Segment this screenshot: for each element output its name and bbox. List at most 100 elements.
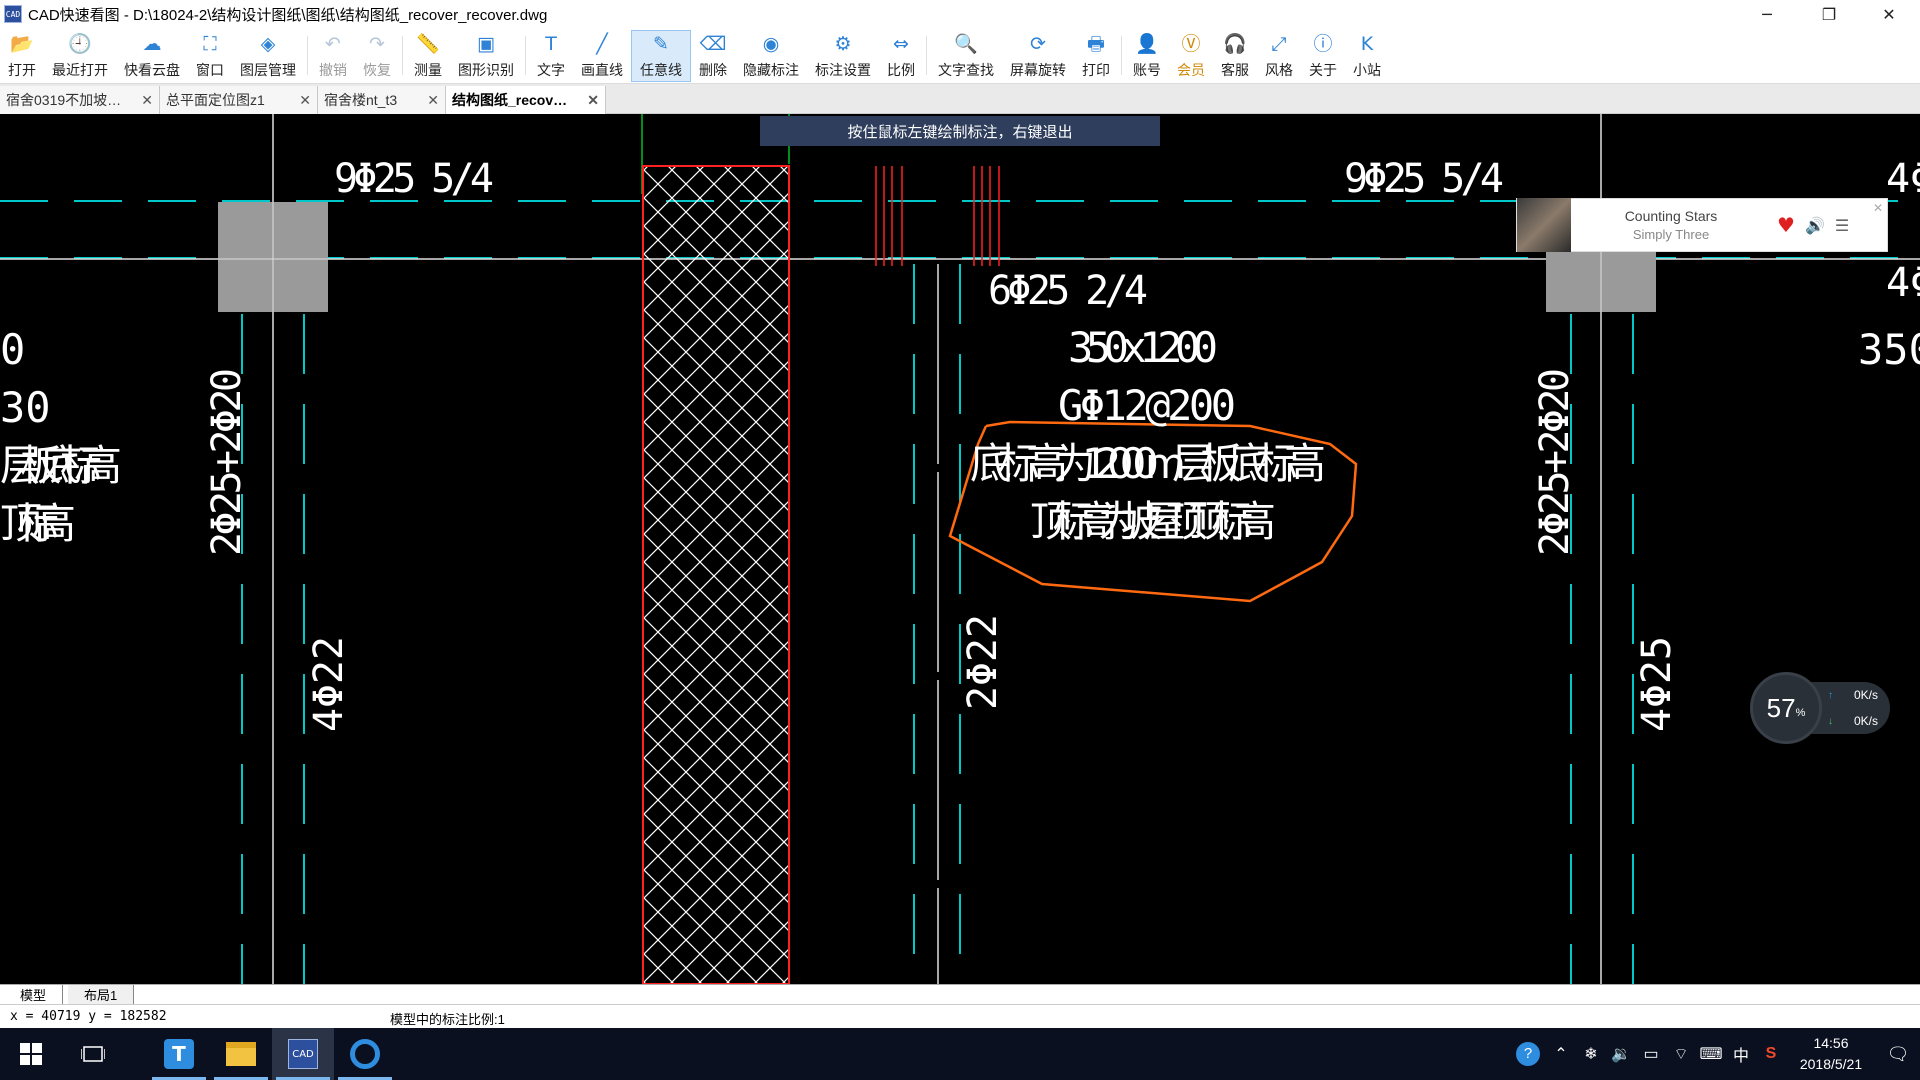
toolbar-ratio-button[interactable]: ⇔ 比例: [879, 30, 923, 82]
taskbar-app-browser[interactable]: [334, 1028, 396, 1080]
clock[interactable]: 14:56 2018/5/21: [1786, 1033, 1876, 1075]
tab-close-icon[interactable]: ✕: [423, 92, 439, 109]
start-button[interactable]: [0, 1028, 62, 1080]
toolbar-undo-button[interactable]: ↶ 撤销: [311, 30, 355, 82]
toolbar-layers-button[interactable]: ◈ 图层管理: [232, 30, 304, 82]
ratio-icon: ⇔: [893, 33, 909, 55]
label-beam-size: 350x1200: [1068, 323, 1218, 372]
toolbar-vip-button[interactable]: Ⓥ 会员: [1169, 30, 1213, 82]
snowflake-icon[interactable]: ❄: [1576, 1044, 1606, 1064]
toolbar-printer-button[interactable]: 🖶 打印: [1074, 30, 1118, 82]
performance-widget[interactable]: ↑ 0K/s ↓ 0K/s 57%: [1750, 672, 1890, 744]
song-artist: Simply Three: [1632, 227, 1710, 242]
toolbar-folder-open-button[interactable]: 📂 打开: [0, 30, 44, 82]
heart-icon[interactable]: ♥: [1777, 213, 1795, 237]
toolbar-label: 恢复: [363, 61, 391, 78]
toolbar-label: 比例: [887, 61, 915, 78]
speaker-icon[interactable]: 🔊: [1805, 216, 1825, 235]
toolbar-style-button[interactable]: ⤢ 风格: [1257, 30, 1301, 82]
layout-tab-layout1[interactable]: 布局1: [68, 985, 135, 1004]
label-vertical-2phi22: 2Φ22: [960, 614, 1006, 710]
coordinates-readout: x = 40719 y = 182582: [10, 1009, 167, 1024]
toolbar-clock-button[interactable]: 🕘 最近打开: [44, 30, 116, 82]
shape-recognize-icon: ▣: [477, 33, 495, 55]
toolbar-label: 删除: [699, 61, 727, 78]
toolbar-label: 文字: [537, 61, 565, 78]
text-search-icon: 🔍: [954, 33, 978, 55]
app-icon: CAD: [4, 5, 22, 23]
toolbar-text-button[interactable]: T 文字: [529, 30, 573, 82]
drawing-canvas[interactable]: 9Φ25 5/4 9Φ25 5/4 4Φ 4Φ 6Φ25 2/4 350x120…: [0, 114, 1920, 984]
layout-tab-model[interactable]: 模型: [4, 985, 64, 1004]
minimize-button[interactable]: ─: [1744, 0, 1790, 28]
toolbar-label: 风格: [1265, 61, 1293, 78]
tab-close-icon[interactable]: ✕: [137, 92, 153, 109]
taskbar-app-text-editor[interactable]: T: [148, 1028, 210, 1080]
style-icon: ⤢: [1271, 33, 1287, 55]
toolbar-text-search-button[interactable]: 🔍 文字查找: [930, 30, 1002, 82]
cloud-icon: ☁: [142, 33, 162, 55]
toolbar-eye-off-button[interactable]: ◉ 隐藏标注: [735, 30, 807, 82]
task-view-button[interactable]: [62, 1028, 124, 1080]
document-tab[interactable]: 宿舍楼nt_t3 ✕: [318, 86, 446, 114]
toolbar-label: 标注设置: [815, 61, 871, 78]
toolbar-ruler-button[interactable]: 📏 测量: [406, 30, 450, 82]
toolbar-headset-button[interactable]: 🎧 客服: [1213, 30, 1257, 82]
windows-taskbar: T CAD ? ⌃ ❄ 🔉 ▭ ⌔ ⌨ 中 S 14:56 2018/5/21 …: [0, 1028, 1920, 1080]
toolbar-cloud-button[interactable]: ☁ 快看云盘: [116, 30, 188, 82]
label-vertical-right: 2Φ25+2Φ20: [1532, 368, 1578, 556]
music-widget[interactable]: Counting Stars Simply Three ♥ 🔊 ☰ ✕: [1516, 198, 1888, 252]
toolbar-label: 图层管理: [240, 61, 296, 78]
document-tab[interactable]: 总平面定位图z1 ✕: [160, 86, 318, 114]
toolbar-user-button[interactable]: 👤 账号: [1125, 30, 1169, 82]
toolbar-pencil-button[interactable]: ✎ 任意线: [631, 30, 691, 82]
chevron-up-icon[interactable]: ⌃: [1546, 1044, 1576, 1064]
document-tab[interactable]: 宿舍0319不加坡… ✕: [0, 86, 160, 114]
toolbar-eraser-button[interactable]: ⌫ 删除: [691, 30, 735, 82]
hatched-column: [642, 165, 790, 984]
taskbar-app-cad[interactable]: CAD: [272, 1028, 334, 1080]
help-icon[interactable]: ?: [1516, 1042, 1540, 1066]
label-note-1: 底标高为12.000m层板底标高: [970, 439, 1326, 488]
ime-indicator[interactable]: 中: [1726, 1042, 1756, 1066]
tab-label: 总平面定位图z1: [166, 92, 265, 108]
toolbar-shape-recognize-button[interactable]: ▣ 图形识别: [450, 30, 522, 82]
windows-logo-icon: [20, 1043, 42, 1065]
toolbar-annotation-settings-button[interactable]: ⚙ 标注设置: [807, 30, 879, 82]
document-tabs: 宿舍0319不加坡… ✕ 总平面定位图z1 ✕ 宿舍楼nt_t3 ✕ 结构图纸_recov……: [0, 84, 1920, 114]
printer-icon: 🖶: [1087, 33, 1105, 55]
label-rebar-edge-2: 4Φ: [1886, 260, 1920, 306]
taskbar-app-explorer[interactable]: [210, 1028, 272, 1080]
toolbar-info-button[interactable]: ⓘ 关于: [1301, 30, 1345, 82]
toolbar-label: 窗口: [196, 61, 224, 78]
toolbar-rotate-screen-button[interactable]: ⟳ 屏幕旋转: [1002, 30, 1074, 82]
keyboard-icon[interactable]: ⌨: [1696, 1044, 1726, 1064]
battery-icon[interactable]: ▭: [1636, 1044, 1666, 1064]
main-toolbar: 📂 打开 🕘 最近打开 ☁ 快看云盘 ⛶ 窗口 ◈ 图层管理 ↶ 撤销 ↷ 恢复 📏 测量 ▣ 图形识别 T 文字 ╱ 画…: [0, 28, 1920, 84]
toolbar-label: 图形识别: [458, 61, 514, 78]
wifi-icon[interactable]: ⌔: [1666, 1044, 1696, 1064]
tab-close-icon[interactable]: ✕: [295, 92, 311, 109]
toolbar-label: 快看云盘: [124, 61, 180, 78]
toolbar-label: 小站: [1353, 61, 1381, 78]
volume-icon[interactable]: 🔉: [1606, 1044, 1636, 1064]
playlist-icon[interactable]: ☰: [1835, 216, 1849, 235]
line-icon: ╱: [596, 33, 608, 55]
layers-icon: ◈: [260, 33, 276, 55]
cad-app-icon: CAD: [288, 1039, 318, 1069]
toolbar-fullscreen-button[interactable]: ⛶ 窗口: [188, 30, 232, 82]
close-button[interactable]: ✕: [1866, 0, 1912, 28]
tab-close-icon[interactable]: ✕: [583, 92, 599, 109]
toolbar-label: 打印: [1082, 61, 1110, 78]
toolbar-label: 关于: [1309, 61, 1337, 78]
maximize-button[interactable]: ❐: [1806, 0, 1852, 28]
sogou-icon[interactable]: S: [1756, 1045, 1786, 1063]
toolbar-site-button[interactable]: K 小站: [1345, 30, 1389, 82]
undo-icon: ↶: [325, 33, 341, 55]
music-close-icon[interactable]: ✕: [1873, 201, 1883, 215]
toolbar-line-button[interactable]: ╱ 画直线: [573, 30, 631, 82]
notification-icon[interactable]: 🗨: [1876, 1044, 1920, 1065]
document-tab[interactable]: 结构图纸_recov… ✕: [446, 86, 606, 114]
toolbar-label: 会员: [1177, 61, 1205, 78]
toolbar-redo-button[interactable]: ↷ 恢复: [355, 30, 399, 82]
